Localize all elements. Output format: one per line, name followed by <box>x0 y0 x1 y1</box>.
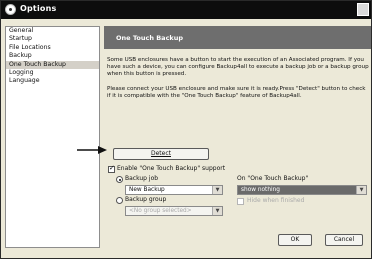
on-touch-action-value: show nothing <box>241 187 280 193</box>
backup-job-radio[interactable] <box>116 176 123 183</box>
options-dialog: Options General Startup File Locations B… <box>0 0 372 259</box>
chevron-down-icon[interactable]: ▼ <box>356 186 366 194</box>
close-button[interactable] <box>357 3 369 16</box>
backup-job-value: New Backup <box>129 187 165 193</box>
sidebar-item-language[interactable]: Language <box>6 77 99 85</box>
on-touch-action-select[interactable]: show nothing ▼ <box>237 185 367 195</box>
arrow-pointer-icon <box>77 146 107 154</box>
instructions-text: Please connect your USB enclosure and ma… <box>107 86 366 100</box>
sidebar-item-file-locations[interactable]: File Locations <box>6 44 99 52</box>
app-icon <box>5 4 16 15</box>
window-title: Options <box>20 4 57 13</box>
backup-group-select[interactable]: <No group selected> ▼ <box>125 206 223 216</box>
description-text: Some USB enclosures have a button to sta… <box>107 57 369 78</box>
enable-support-checkbox[interactable] <box>108 164 115 173</box>
section-title: One Touch Backup <box>116 34 184 42</box>
chevron-down-icon[interactable]: ▼ <box>212 186 222 194</box>
ok-button-label: OK <box>290 236 300 243</box>
options-category-list[interactable]: General Startup File Locations Backup On… <box>5 26 100 248</box>
section-banner: One Touch Backup <box>104 26 371 49</box>
hide-when-finished-checkbox[interactable] <box>237 198 244 205</box>
enable-support-label: Enable "One Touch Backup" support <box>117 165 226 172</box>
sidebar-item-logging[interactable]: Logging <box>6 69 99 77</box>
backup-group-radio[interactable] <box>116 197 123 204</box>
sidebar-item-general[interactable]: General <box>6 27 99 35</box>
cancel-button-label: Cancel <box>333 236 355 243</box>
backup-group-label: Backup group <box>125 196 167 203</box>
sidebar-item-startup[interactable]: Startup <box>6 35 99 43</box>
backup-group-value: <No group selected> <box>129 208 192 214</box>
cancel-button[interactable]: Cancel <box>325 234 363 246</box>
hide-when-finished-label: Hide when finished <box>247 197 305 204</box>
chevron-down-icon[interactable]: ▼ <box>212 207 222 215</box>
title-bar: Options <box>1 1 371 19</box>
sidebar-item-backup[interactable]: Backup <box>6 52 99 60</box>
ok-button[interactable]: OK <box>278 234 312 246</box>
on-touch-label: On "One Touch Backup" <box>237 175 309 182</box>
one-touch-backup-panel: One Touch Backup Some USB enclosures hav… <box>104 26 371 255</box>
sidebar-item-one-touch-backup[interactable]: One Touch Backup <box>6 60 99 70</box>
detect-button[interactable]: Detect <box>113 148 209 160</box>
backup-job-label: Backup job <box>125 175 159 182</box>
detect-button-label: Detect <box>150 150 171 157</box>
backup-job-select[interactable]: New Backup ▼ <box>125 185 223 195</box>
